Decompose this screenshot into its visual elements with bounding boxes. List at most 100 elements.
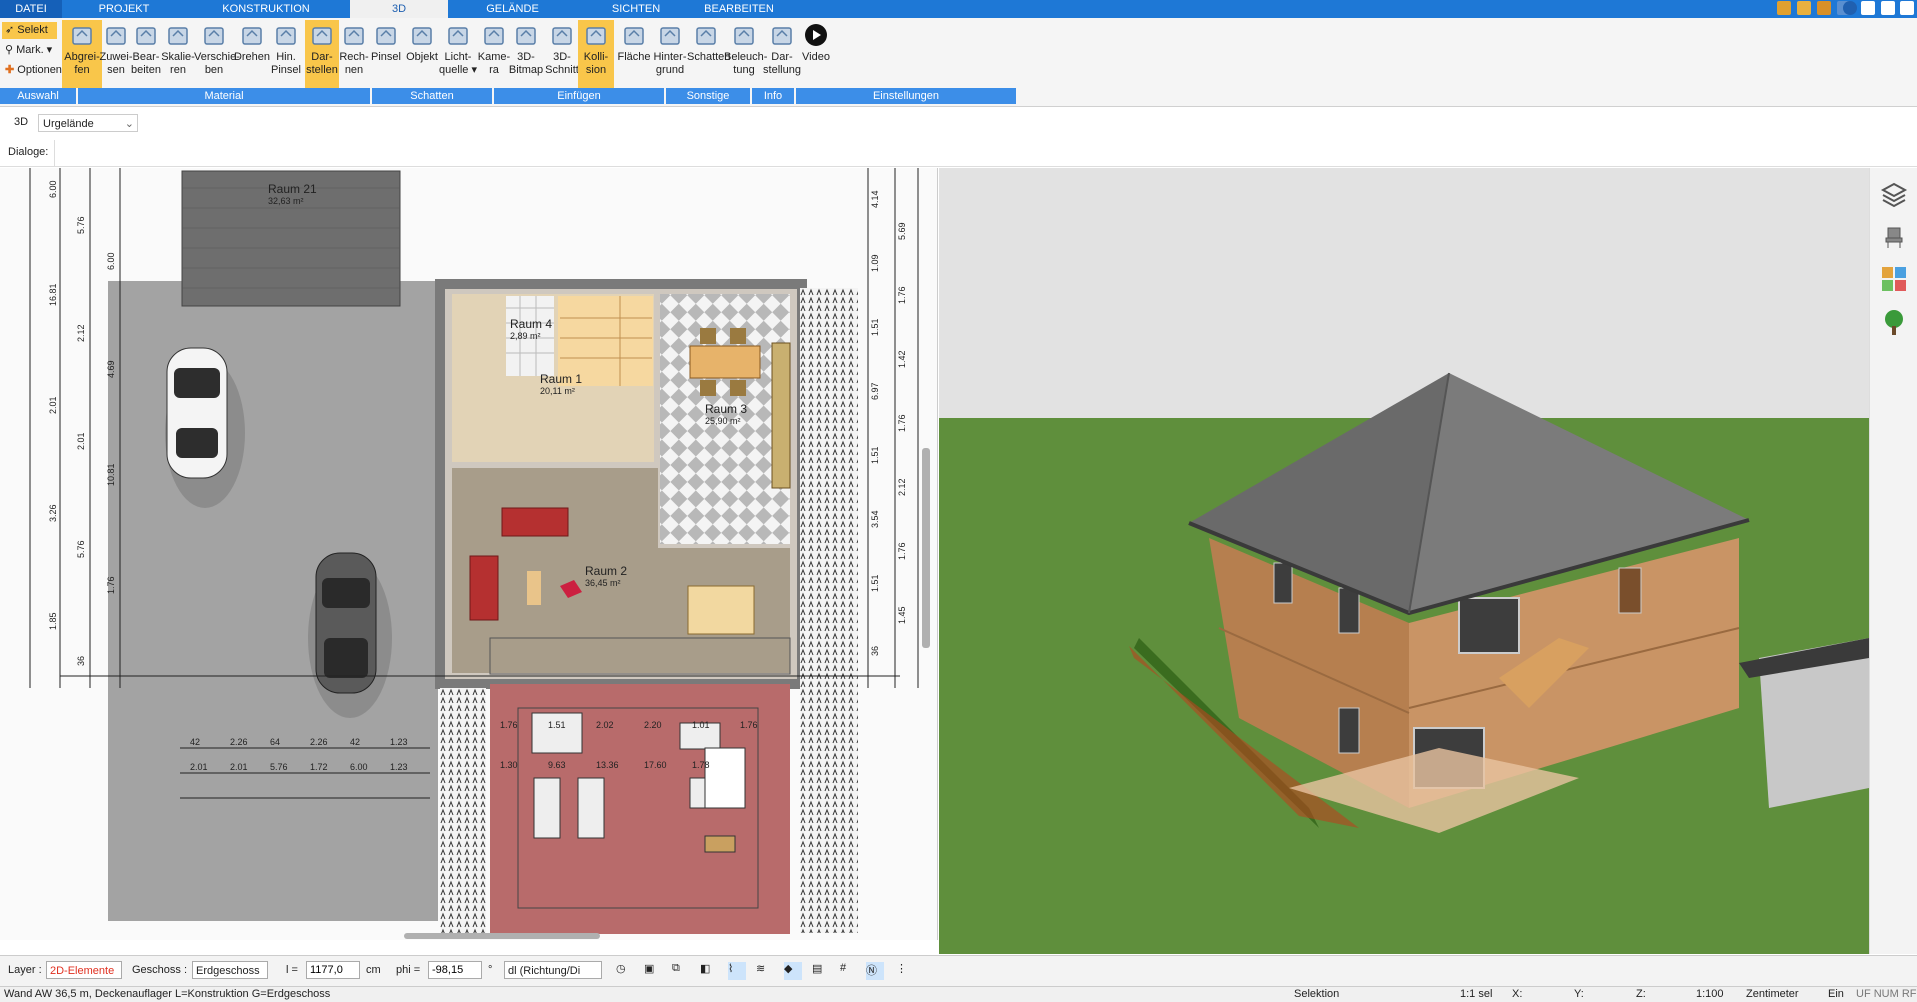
video-button[interactable]: Video xyxy=(798,20,834,88)
dimension-label: 1.76 xyxy=(897,414,907,432)
floor-plan-canvas[interactable]: Raum 21 32,63 m² Raum 4 2,89 m² Raum 1 2… xyxy=(0,168,937,940)
video-label: Video xyxy=(802,51,830,63)
shadow-icon xyxy=(696,27,716,45)
mark-dropdown[interactable]: ⚲ Mark. ▾ xyxy=(2,42,67,59)
lichtquelle-label: Licht- quelle ▾ xyxy=(439,51,477,76)
skalieren-button[interactable]: Skalie- ren xyxy=(160,20,196,88)
section-icon xyxy=(552,27,572,45)
layers-icon[interactable] xyxy=(1880,180,1908,208)
tab-datei[interactable]: DATEI xyxy=(0,0,62,18)
dimension-label: 4.14 xyxy=(870,190,880,208)
dimension-label: 1.76 xyxy=(740,720,758,730)
layer-value: 2D-Elemente xyxy=(50,965,115,977)
mark-icon: ⚲ xyxy=(5,44,17,56)
objekt-button[interactable]: Objekt xyxy=(404,20,440,88)
layer-label: Layer : xyxy=(8,964,42,976)
phi-input[interactable] xyxy=(428,961,482,979)
object-icon xyxy=(412,27,432,45)
verschieben-button[interactable]: Verschie- ben xyxy=(194,20,240,88)
plane-icon[interactable]: ◆ xyxy=(784,962,802,980)
chair-icon[interactable] xyxy=(1880,223,1908,251)
line-icon[interactable]: ⌇ xyxy=(728,962,746,980)
close-button[interactable] xyxy=(1900,1,1914,15)
room-3-area: 25,90 m² xyxy=(705,416,741,426)
tab-gelaende[interactable]: GELÄNDE xyxy=(450,0,575,18)
abgreifen-label: Abgrei- fen xyxy=(64,51,100,76)
quick-icon[interactable] xyxy=(1797,1,1811,15)
abgreifen-button[interactable]: Abgrei- fen xyxy=(62,20,102,88)
length-input[interactable] xyxy=(306,961,360,979)
status-unit: Zentimeter xyxy=(1746,988,1799,1000)
settings-icon[interactable] xyxy=(1817,1,1831,15)
tab-sichten[interactable]: SICHTEN xyxy=(575,0,697,18)
terrain-dropdown[interactable]: Urgelände ⌄ xyxy=(38,114,138,132)
beleuchtung-button[interactable]: Beleuch- tung xyxy=(724,20,767,88)
tools-icon[interactable] xyxy=(1777,1,1791,15)
hin-pinsel-button[interactable]: Hin. Pinsel xyxy=(268,20,304,88)
paint-icon xyxy=(276,27,296,45)
help-icon[interactable] xyxy=(1843,1,1857,15)
maximize-button[interactable] xyxy=(1881,1,1895,15)
edit-icon xyxy=(136,27,156,45)
stack-icon[interactable]: ⧉ xyxy=(672,962,690,980)
flaeche-button[interactable]: Fläche xyxy=(617,20,651,88)
monitor-icon[interactable]: ▣ xyxy=(644,962,662,980)
select-tool[interactable]: ➶ Selekt xyxy=(2,22,57,39)
pinsel-button[interactable]: Pinsel xyxy=(369,20,403,88)
dimension-label: 10.81 xyxy=(106,463,116,486)
area-icon xyxy=(624,27,644,45)
status-ein: Ein xyxy=(1828,988,1844,1000)
divider xyxy=(54,140,55,166)
3d-bitmap-button[interactable]: 3D- Bitmap xyxy=(508,20,544,88)
display-icon xyxy=(312,27,332,45)
darstellung-button[interactable]: Dar- stellung xyxy=(763,20,801,88)
floor-dropdown[interactable]: Erdgeschoss xyxy=(192,961,268,979)
hatch-icon[interactable]: ▤ xyxy=(812,962,830,980)
lichtquelle-button[interactable]: Licht- quelle ▾ xyxy=(439,20,477,88)
plan-vertical-scrollbar[interactable] xyxy=(922,448,930,648)
direction-dropdown[interactable]: dl (Richtung/Di xyxy=(504,961,602,979)
hintergrund-button[interactable]: Hinter- grund xyxy=(652,20,688,88)
darstellen-button[interactable]: Dar- stellen xyxy=(305,20,339,88)
clock-icon[interactable]: ◷ xyxy=(616,962,634,980)
drehen-button[interactable]: Drehen xyxy=(233,20,271,88)
rechnen-button[interactable]: Rech- nen xyxy=(337,20,371,88)
bottom-toolbar: Layer : 2D-Elemente Geschoss : Erdgescho… xyxy=(0,955,1917,986)
tab-projekt[interactable]: PROJEKT xyxy=(62,0,186,18)
3d-schnitt-label: 3D- Schnitt xyxy=(545,51,579,76)
group-einfuegen: Einfügen xyxy=(494,88,664,104)
tree-icon[interactable] xyxy=(1880,308,1908,336)
dimension-label: 1.76 xyxy=(897,542,907,560)
more-icon[interactable]: ⋮ xyxy=(896,962,914,980)
move-icon xyxy=(204,27,224,45)
dimension-label: 2.12 xyxy=(897,478,907,496)
wave-icon[interactable]: ≋ xyxy=(756,962,774,980)
tab-bearbeiten[interactable]: BEARBEITEN xyxy=(697,0,781,18)
lounge-chair xyxy=(531,712,583,754)
minimize-button[interactable] xyxy=(1861,1,1875,15)
scale-icon xyxy=(168,27,188,45)
3d-schnitt-button[interactable]: 3D- Schnitt xyxy=(544,20,580,88)
kamera-button[interactable]: Kame- ra xyxy=(477,20,511,88)
grid-icon[interactable]: # xyxy=(840,962,858,980)
box-icon[interactable]: ◧ xyxy=(700,962,718,980)
plan-horizontal-scrollbar[interactable] xyxy=(404,933,600,939)
dimension-label: 1.23 xyxy=(390,762,408,772)
kollision-button[interactable]: Kolli- sion xyxy=(578,20,614,88)
tab-3d[interactable]: 3D xyxy=(350,0,448,18)
layer-dropdown[interactable]: 2D-Elemente xyxy=(46,961,122,979)
north-icon[interactable]: Ⓝ xyxy=(866,962,884,980)
tab-konstruktion[interactable]: KONSTRUKTION xyxy=(186,0,346,18)
phi-label: phi = xyxy=(396,964,421,976)
3d-canvas[interactable] xyxy=(939,168,1869,954)
schatten-button[interactable]: Schatten xyxy=(687,20,730,88)
dimension-label: 6.00 xyxy=(106,252,116,270)
status-z: Z: xyxy=(1636,988,1646,1000)
3d-view[interactable] xyxy=(939,168,1869,954)
bearbeiten-button[interactable]: Bear- beiten xyxy=(128,20,164,88)
room-4-label: Raum 4 xyxy=(510,317,552,331)
floor-plan-view[interactable]: Raum 21 32,63 m² Raum 4 2,89 m² Raum 1 2… xyxy=(0,168,938,940)
pinsel-label: Pinsel xyxy=(371,51,401,63)
materials-icon[interactable] xyxy=(1880,265,1908,293)
3d-bitmap-label: 3D- Bitmap xyxy=(508,51,544,76)
